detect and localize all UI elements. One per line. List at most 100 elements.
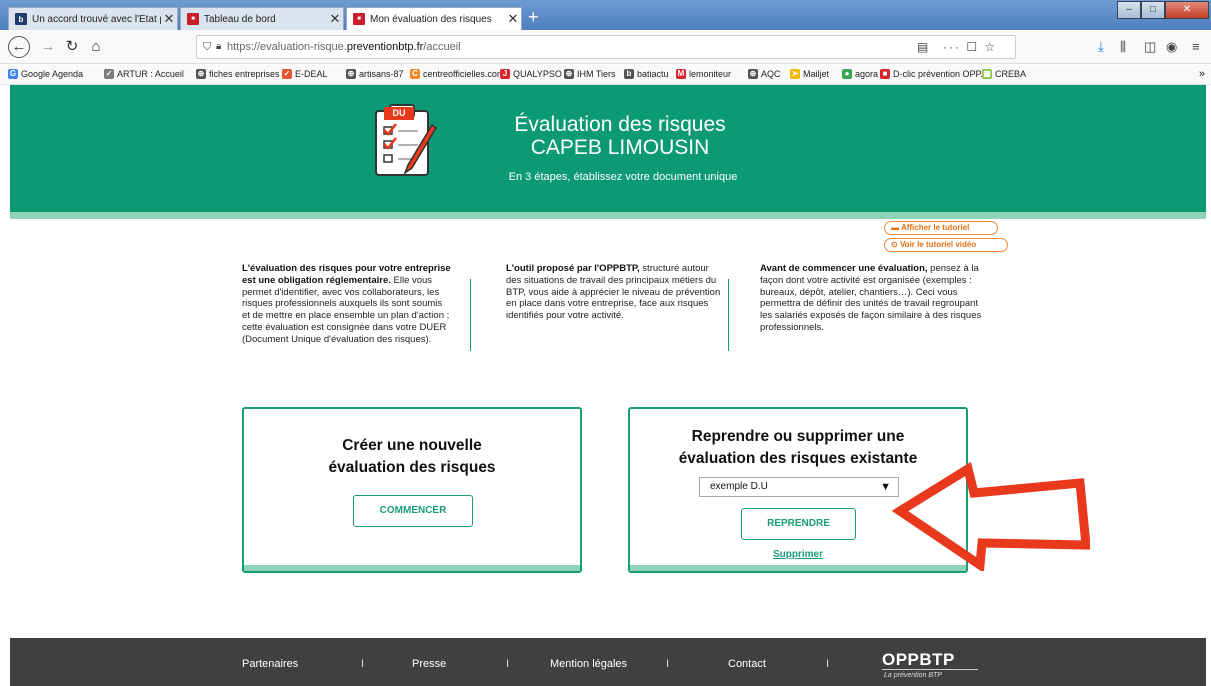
bookmark-item[interactable]: ✓ ARTUR : Accueil — [104, 69, 184, 79]
bookmark-label: D-clic prévention OPP... — [893, 69, 988, 79]
footer-separator: I — [506, 658, 510, 670]
bookmark-label: batiactu — [637, 69, 669, 79]
hero-subtitle: En 3 étapes, établissez votre document u… — [508, 171, 738, 183]
footer-link-contact[interactable]: Contact — [728, 658, 766, 670]
bookmark-item[interactable]: Mlemoniteur — [676, 69, 731, 79]
footer-link-mentions[interactable]: Mention légales — [550, 658, 627, 670]
minimize-button[interactable]: – — [1117, 1, 1141, 19]
intro-column-3: Avant de commencer une évaluation, pense… — [760, 263, 990, 334]
resume-evaluation-title-line1: Reprendre ou supprimer une — [691, 428, 905, 445]
bookmark-label: agora — [855, 69, 879, 79]
footer: Partenaires I Presse I Mention légales I… — [10, 638, 1206, 686]
close-window-button[interactable]: ✕ — [1165, 1, 1209, 19]
navigation-bar: ← → ↻ ⌂ ⛉ 🔒︎ https://evaluation-risque.p… — [0, 30, 1211, 64]
start-button[interactable]: COMMENCER — [353, 495, 473, 527]
bookmark-item[interactable]: b batiactu — [624, 69, 669, 79]
intro-column-2: L'outil proposé par l'OPPBTP, structuré … — [506, 263, 721, 322]
new-evaluation-title: Créer une nouvelle évaluation des risque… — [244, 435, 580, 479]
bookmark-item[interactable]: Ccentreofficielles.com — [410, 69, 504, 79]
bookmark-item[interactable]: ➤ Mailjet — [790, 69, 829, 79]
checklist-logo-icon: DU — [375, 104, 437, 176]
bookmarks-toolbar: G Google Agenda ✓ ARTUR : Accueil ⊕ fiches en… — [0, 65, 1211, 85]
bookmark-item[interactable]: ⊕ artisans-87 — [346, 69, 404, 79]
footer-separator: I — [666, 658, 670, 670]
bookmark-favicon-icon: ✓ — [282, 69, 292, 79]
library-icon[interactable]: ⫼ — [1120, 39, 1126, 55]
reader-view-icon[interactable]: ▤ — [917, 36, 928, 58]
footer-link-presse[interactable]: Presse — [412, 658, 446, 670]
red-arrow-annotation-icon — [891, 461, 1090, 571]
bookmark-label: artisans-87 — [359, 69, 404, 79]
bookmark-favicon-icon: ⊕ — [564, 69, 574, 79]
bookmark-item[interactable]: ▦ CREBA — [982, 69, 1026, 79]
browser-tab-bar: b Un accord trouvé avec l'Etat po ✕ ■ Ta… — [0, 0, 1211, 30]
lock-icon[interactable]: 🔒︎ — [216, 36, 221, 58]
downloads-icon[interactable]: ⤓ — [1098, 39, 1104, 55]
show-video-label: Voir le tutoriel vidéo — [899, 240, 977, 249]
bookmark-favicon-icon: C — [410, 69, 420, 79]
oppbtp-logo[interactable]: OPPBTP — [882, 650, 955, 670]
show-tutorial-label: Afficher le tutoriel — [900, 223, 970, 232]
bookmark-favicon-icon: G — [8, 69, 18, 79]
bookmark-label: QUALYPSO — [513, 69, 562, 79]
back-arrow-icon[interactable]: ← — [8, 36, 30, 58]
bookmark-item[interactable]: ✓ E-DEAL — [282, 69, 328, 79]
tab-un-accord[interactable]: b Un accord trouvé avec l'Etat po ✕ — [8, 7, 178, 30]
show-video-tutorial-button[interactable]: ⊙ Voir le tutoriel vidéo — [884, 238, 1008, 252]
bookmark-favicon-icon: ✓ — [104, 69, 114, 79]
show-tutorial-button[interactable]: ▬ Afficher le tutoriel — [884, 221, 998, 235]
bookmark-label: lemoniteur — [689, 69, 732, 79]
tab-mon-evaluation[interactable]: ■ Mon évaluation des risques ✕ — [346, 7, 522, 30]
tab-close-icon[interactable]: ✕ — [505, 11, 521, 27]
account-icon[interactable]: ◉ — [1166, 39, 1177, 55]
page-actions-icon[interactable]: ··· ☐ ☆ — [943, 36, 997, 58]
bookmark-item[interactable]: ⊕ fiches entreprises — [196, 69, 280, 79]
shield-icon[interactable]: ⛉ — [203, 36, 211, 58]
column-divider — [470, 279, 471, 351]
bookmark-item[interactable]: ⊕ IHM Tiers — [564, 69, 616, 79]
evaluation-select[interactable]: exemple D.U ▼ — [699, 477, 899, 497]
bookmark-label: E-DEAL — [295, 69, 328, 79]
tab-close-icon[interactable]: ✕ — [327, 11, 343, 27]
tab-favicon-icon: ■ — [353, 13, 365, 25]
tab-tableau-de-bord[interactable]: ■ Tableau de bord ✕ — [180, 7, 344, 30]
bookmark-favicon-icon: M — [676, 69, 686, 79]
sidebar-icon[interactable]: ◫ — [1144, 39, 1156, 55]
tab-title: Tableau de bord — [204, 13, 276, 25]
bookmark-favicon-icon: ■ — [880, 69, 890, 79]
new-evaluation-title-line1: Créer une nouvelle — [342, 437, 482, 454]
logo-underline — [882, 669, 978, 670]
oppbtp-tagline: La prévention BTP — [884, 672, 942, 679]
home-icon[interactable]: ⌂ — [86, 37, 106, 57]
web-page: DU Évaluation des risques CAPEB LIMOUSIN… — [10, 85, 1206, 686]
du-badge-text: DU — [393, 108, 406, 118]
evaluation-select-value: exemple D.U — [710, 481, 768, 492]
bookmark-item[interactable]: G Google Agenda — [8, 69, 83, 79]
url-bar[interactable]: ⛉ 🔒︎ https://evaluation-risque.preventio… — [196, 35, 1016, 59]
bookmark-item[interactable]: ● agora — [842, 69, 878, 79]
intro-col3-bold: Avant de commencer une évaluation, — [760, 263, 928, 274]
hero-title-line1: Évaluation des risques — [514, 113, 726, 136]
menu-icon[interactable]: ≡ — [1192, 39, 1200, 54]
new-evaluation-card: Créer une nouvelle évaluation des risque… — [242, 407, 582, 573]
play-icon: ⊙ — [891, 240, 898, 249]
new-tab-button[interactable]: + — [528, 8, 539, 26]
tab-close-icon[interactable]: ✕ — [161, 11, 177, 27]
bookmark-item[interactable]: J QUALYPSO — [500, 69, 562, 79]
bookmark-label: fiches entreprises — [209, 69, 280, 79]
bookmarks-more-icon[interactable]: » — [1199, 68, 1205, 80]
footer-separator: I — [826, 658, 830, 670]
bookmark-label: Google Agenda — [21, 69, 84, 79]
reload-icon[interactable]: ↻ — [62, 37, 82, 57]
bookmark-item[interactable]: ⊕ AQC — [748, 69, 781, 79]
maximize-button[interactable]: □ — [1141, 1, 1165, 19]
hero-title-line2: CAPEB LIMOUSIN — [530, 136, 710, 159]
resume-button[interactable]: REPRENDRE — [741, 508, 856, 540]
bookmark-label: Mailjet — [803, 69, 830, 79]
bookmark-favicon-icon: J — [500, 69, 510, 79]
footer-link-partenaires[interactable]: Partenaires — [242, 658, 298, 670]
bookmark-favicon-icon: ▦ — [982, 69, 992, 79]
forward-arrow-icon[interactable]: → — [38, 37, 58, 57]
chat-icon: ▬ — [891, 223, 899, 232]
bookmark-item[interactable]: ■ D-clic prévention OPP... — [880, 69, 988, 79]
